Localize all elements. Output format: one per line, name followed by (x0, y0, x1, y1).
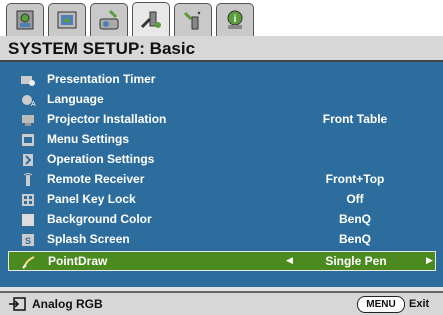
background-color-icon (22, 214, 34, 226)
exit-label: Exit (409, 298, 430, 310)
svg-text:A: A (31, 101, 36, 108)
menu-item-label: PointDraw (48, 254, 108, 268)
language-icon: A (22, 95, 36, 108)
menu-item-label: Operation Settings (47, 152, 155, 166)
arrow-right-icon[interactable]: ▶ (426, 255, 433, 266)
menu-item-label: Menu Settings (47, 132, 130, 146)
system-setup-icon (140, 11, 161, 28)
tab-picture[interactable] (6, 3, 44, 36)
tab-system-setup[interactable] (132, 2, 170, 36)
menu-button[interactable]: MENU (357, 296, 405, 313)
osd-menu: i SYSTEM SETUP: Basic Presentation Timer… (0, 0, 443, 315)
status-bar: Analog RGB MENU Exit (0, 291, 443, 315)
menu-item-label: Remote Receiver (47, 172, 145, 186)
tab-system-basic[interactable] (90, 3, 128, 36)
advanced-setup-icon (183, 11, 201, 30)
arrow-left-icon[interactable]: ◀ (286, 255, 293, 266)
menu-item-remote-receiver[interactable]: Remote Receiver Front+Top (0, 170, 443, 190)
splash-screen-icon: S (22, 234, 34, 246)
picture-icon (16, 10, 34, 30)
menu-item-label: Panel Key Lock (47, 192, 136, 206)
menu-panel: Presentation Timer A Language Projector … (0, 62, 443, 287)
menu-item-label: Splash Screen (47, 232, 130, 246)
system-basic-icon (99, 9, 119, 30)
menu-item-menu-settings[interactable]: Menu Settings (0, 130, 443, 150)
menu-item-value: BenQ (338, 212, 371, 226)
projector-icon (22, 115, 34, 126)
menu-item-splash-screen[interactable]: S Splash Screen BenQ (0, 230, 443, 250)
tab-display[interactable] (48, 3, 86, 36)
menu-item-value: Front+Top (325, 172, 385, 186)
menu-item-value: Off (346, 192, 364, 206)
menu-item-value: Single Pen (325, 254, 387, 268)
page-title: SYSTEM SETUP: Basic (0, 36, 443, 62)
display-icon (57, 11, 77, 29)
menu-item-label: Language (47, 92, 104, 106)
menu-item-label: Presentation Timer (47, 72, 156, 86)
menu-settings-icon (22, 134, 34, 146)
menu-item-projector-installation[interactable]: Projector Installation Front Table (0, 110, 443, 130)
pen-icon (22, 256, 35, 269)
menu-item-operation-settings[interactable]: Operation Settings (0, 150, 443, 170)
svg-text:S: S (25, 236, 31, 246)
input-source-icon (9, 297, 26, 311)
tab-bar: i (0, 0, 443, 36)
menu-item-label: Background Color (47, 212, 152, 226)
menu-item-pointdraw[interactable]: PointDraw ◀ Single Pen ▶ (8, 251, 436, 271)
menu-item-background-color[interactable]: Background Color BenQ (0, 210, 443, 230)
operation-settings-icon (23, 154, 33, 166)
menu-item-presentation-timer[interactable]: Presentation Timer (0, 70, 443, 90)
svg-text:i: i (234, 14, 237, 25)
menu-item-label: Projector Installation (47, 112, 167, 126)
information-icon: i (227, 10, 243, 29)
menu-item-value: BenQ (338, 232, 371, 246)
remote-receiver-icon (23, 173, 33, 186)
menu-item-language[interactable]: A Language (0, 90, 443, 110)
menu-item-panel-key-lock[interactable]: Panel Key Lock Off (0, 190, 443, 210)
timer-icon (21, 76, 35, 86)
key-lock-icon (22, 194, 34, 206)
menu-item-value: Front Table (322, 112, 388, 126)
input-source-label: Analog RGB (32, 297, 103, 311)
tab-information[interactable]: i (216, 3, 254, 36)
tab-advanced-setup[interactable] (174, 3, 212, 36)
